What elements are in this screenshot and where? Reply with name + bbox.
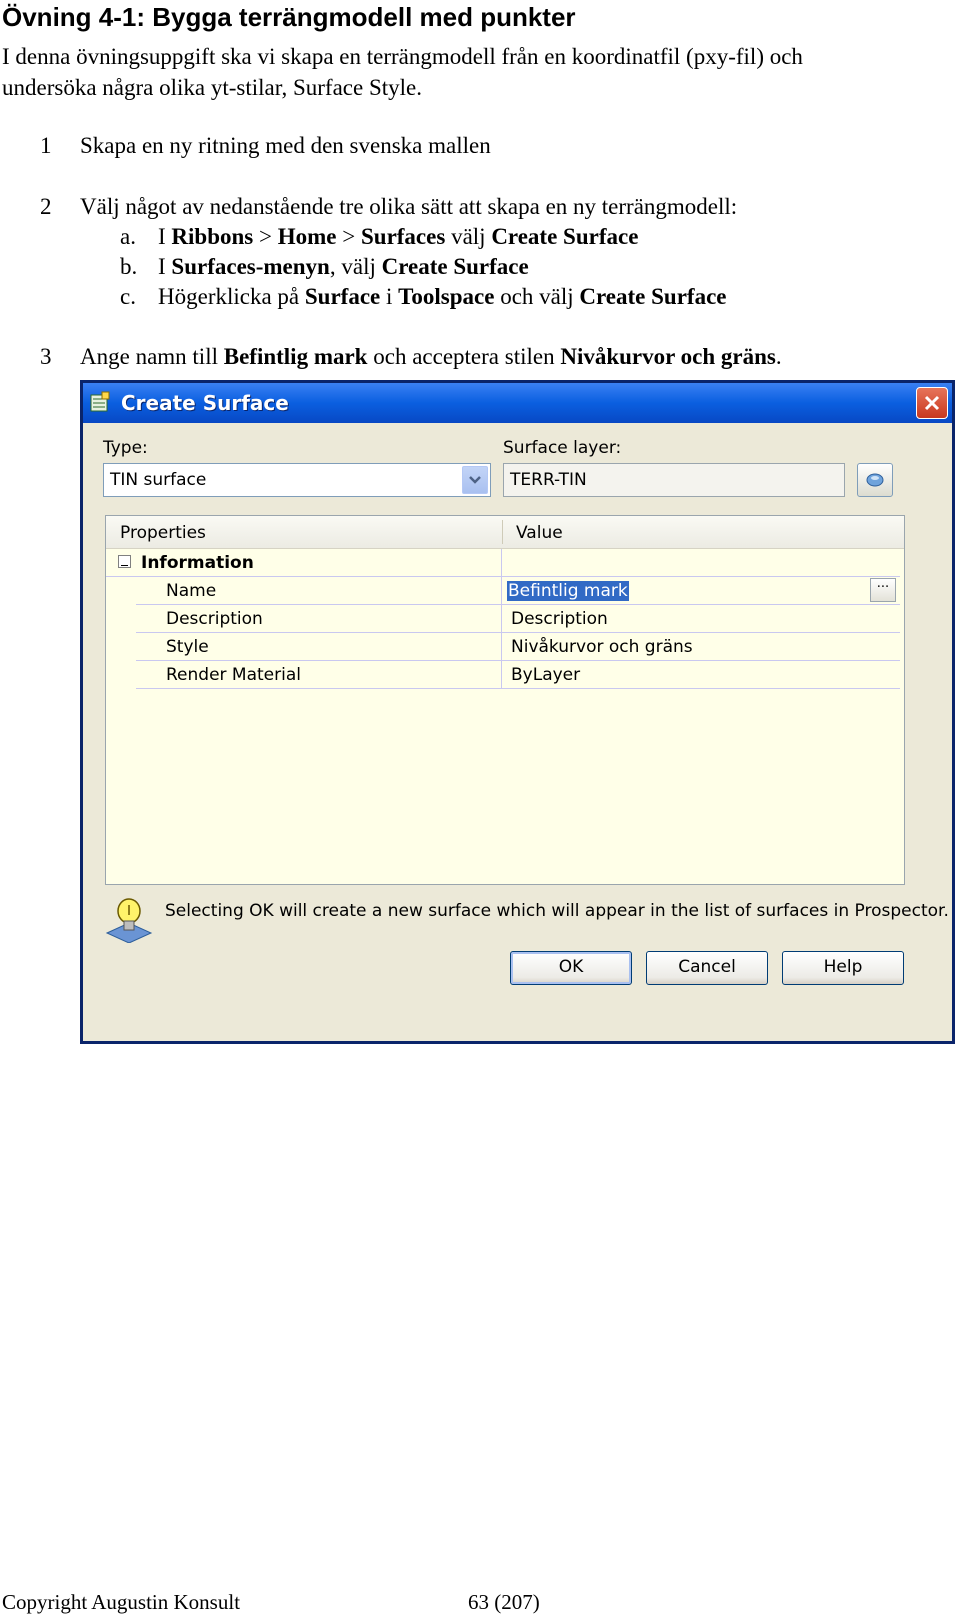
collapse-icon[interactable]	[118, 555, 131, 568]
substep-b-text: I Surfaces-menyn, välj Create Surface	[158, 254, 529, 279]
property-row-style[interactable]: Style Nivåkurvor och gräns	[136, 633, 900, 661]
close-icon	[924, 395, 940, 411]
create-surface-dialog: Create Surface Type: TIN surface Surface…	[80, 380, 955, 1044]
surface-layer-field: TERR-TIN	[503, 463, 845, 497]
column-header-properties[interactable]: Properties	[120, 523, 206, 543]
type-select[interactable]: TIN surface	[103, 463, 491, 497]
help-button[interactable]: Help	[782, 951, 904, 985]
substep-c-letter: c.	[120, 284, 136, 309]
type-label: Type:	[103, 438, 148, 458]
step-1-number: 1	[40, 133, 52, 158]
layer-picker-icon	[866, 473, 884, 487]
layer-picker-button[interactable]	[857, 463, 893, 497]
substep-b-letter: b.	[120, 254, 138, 279]
step-2-number: 2	[40, 194, 52, 219]
surface-layer-label: Surface layer:	[503, 438, 622, 458]
property-value-input[interactable]: Befintlig mark	[507, 581, 629, 601]
dialog-title: Create Surface	[121, 391, 289, 415]
step-1-text: Skapa en ny ritning med den svenska mall…	[80, 133, 491, 158]
property-label: Render Material	[166, 665, 301, 685]
hint-text: Selecting OK will create a new surface w…	[165, 901, 949, 921]
intro-line-2: undersöka några olika yt-stilar, Surface…	[2, 75, 422, 100]
step-3-number: 3	[40, 344, 52, 369]
property-label: Style	[166, 637, 209, 657]
property-grid: Properties Value Information Name Befint…	[105, 515, 905, 885]
footer-copyright: Copyright Augustin Konsult	[2, 1590, 241, 1614]
page-heading: Övning 4-1: Bygga terrängmodell med punk…	[2, 2, 576, 32]
property-value[interactable]: Nivåkurvor och gräns	[511, 637, 693, 657]
property-label: Name	[166, 581, 217, 601]
ok-button[interactable]: OK	[510, 951, 632, 985]
surface-layer-value: TERR-TIN	[510, 470, 587, 490]
cancel-button[interactable]: Cancel	[646, 951, 768, 985]
footer-page-number: 63 (207)	[468, 1590, 540, 1614]
surface-app-icon	[89, 391, 111, 413]
grid-header: Properties Value	[106, 516, 904, 549]
intro-line-1: I denna övningsuppgift ska vi skapa en t…	[2, 44, 803, 69]
step-3-text: Ange namn till Befintlig mark och accept…	[80, 344, 782, 369]
substep-a-letter: a.	[120, 224, 136, 249]
lightbulb-icon	[103, 897, 155, 944]
dialog-titlebar[interactable]: Create Surface	[83, 383, 952, 423]
step-2-text: Välj något av nedanstående tre olika sät…	[80, 194, 738, 219]
ellipsis-button[interactable]: ···	[870, 578, 896, 602]
property-label: Description	[166, 609, 263, 629]
property-value[interactable]: Description	[511, 609, 608, 629]
column-header-value[interactable]: Value	[516, 523, 563, 543]
property-row-name[interactable]: Name Befintlig mark ···	[136, 577, 900, 605]
close-button[interactable]	[916, 387, 948, 419]
substep-c-text: Högerklicka på Surface i Toolspace och v…	[158, 284, 727, 309]
chevron-down-icon[interactable]	[462, 466, 488, 494]
group-label: Information	[141, 553, 254, 573]
property-row-description[interactable]: Description Description	[136, 605, 900, 633]
type-select-value: TIN surface	[110, 470, 207, 490]
property-row-render-material[interactable]: Render Material ByLayer	[136, 661, 900, 689]
property-value[interactable]: ByLayer	[511, 665, 580, 685]
substep-a-text: I Ribbons > Home > Surfaces välj Create …	[158, 224, 639, 249]
group-row-information[interactable]: Information	[106, 549, 900, 577]
